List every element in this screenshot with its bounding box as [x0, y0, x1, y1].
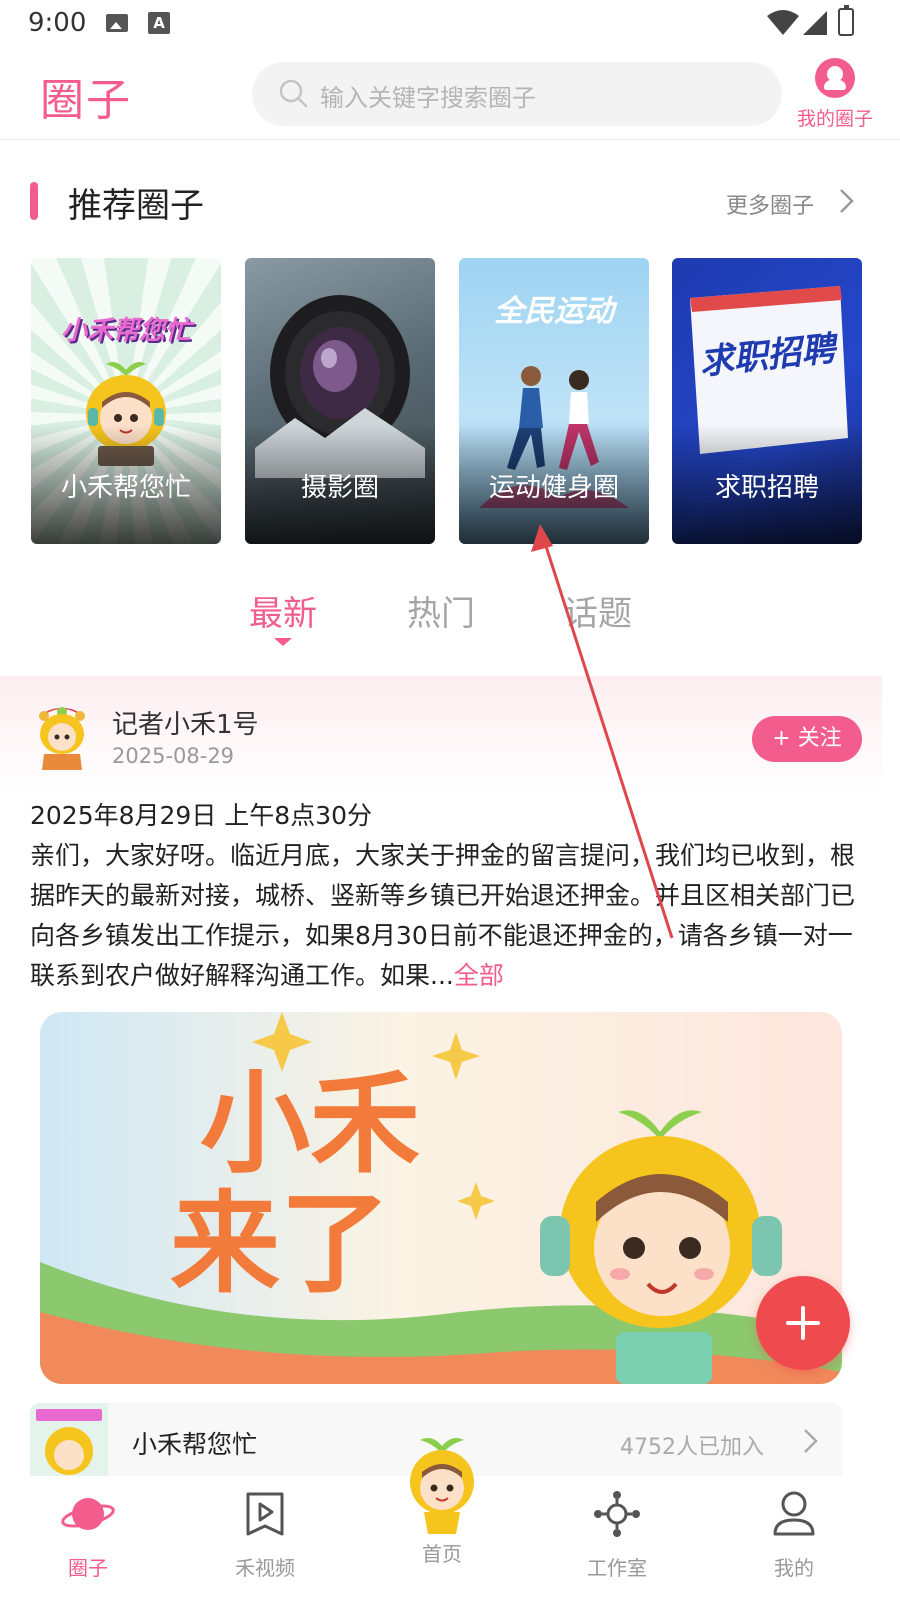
expand-all-link[interactable]: 全部: [454, 961, 504, 990]
section-title: 推荐圈子: [68, 186, 204, 226]
circle-card-jobs[interactable]: 求职招聘 求职招聘: [672, 258, 862, 544]
feed-tabs: 最新 热门 话题: [0, 586, 900, 656]
section-accent-bar: [30, 182, 38, 220]
nav-item-circles[interactable]: 圈子: [28, 1488, 148, 1581]
card-jobs-label: 求职招聘: [714, 473, 819, 503]
post-card: 记者小禾1号 2025-08-29 + 关注 2025年8月29日 上午8点30…: [0, 676, 882, 1483]
nav-label-circles: 圈子: [68, 1556, 108, 1580]
wifi-icon: [767, 10, 799, 35]
planet-icon: [61, 1498, 115, 1530]
add-post-button[interactable]: [756, 1276, 850, 1370]
status-time: 9:00: [28, 8, 87, 38]
chevron-right-icon: [804, 1429, 818, 1453]
card-help-art-text: 小禾帮您忙: [60, 316, 191, 346]
video-play-icon: [246, 1492, 284, 1536]
recommend-cards: 小禾帮您忙 小禾帮您忙 摄影圈 全民运动 运动健身圈 求职招聘 求职招聘: [0, 258, 900, 546]
studio-icon: [594, 1491, 640, 1537]
card-fitness-label: 运动健身圈: [488, 473, 619, 503]
bottom-nav: 圈子 禾视频 首页 工作室 我的: [0, 1438, 900, 1600]
battery-icon: [838, 5, 854, 36]
active-tab-indicator: [274, 638, 292, 646]
nav-label-video: 禾视频: [235, 1556, 295, 1580]
text-notification-icon: A: [148, 12, 170, 34]
page-title: 圈子: [40, 75, 132, 126]
mascot-icon[interactable]: [404, 1432, 480, 1536]
card-photography-label: 摄影圈: [300, 473, 379, 503]
post-text: 亲们，大家好呀。临近月底，大家关于押金的留言提问，我们均已收到，根据昨天的最新对…: [30, 841, 856, 990]
card-fitness-art-text: 全民运动: [494, 294, 614, 329]
profile-circle-icon: [815, 58, 855, 98]
nav-label-mine: 我的: [774, 1556, 814, 1580]
circle-card-photography[interactable]: 摄影圈: [245, 258, 435, 544]
card-help-label: 小禾帮您忙: [60, 473, 191, 503]
post-body[interactable]: 2025年8月29日 上午8点30分 亲们，大家好呀。临近月底，大家关于押金的留…: [30, 796, 860, 996]
chevron-right-icon[interactable]: [836, 186, 858, 216]
more-circles-link[interactable]: 更多圈子: [726, 188, 814, 220]
tab-topics[interactable]: 话题: [564, 586, 632, 635]
post-image-line1: 小禾: [200, 1060, 420, 1188]
search-placeholder: 输入关键字搜索圈子: [320, 84, 536, 112]
post-author[interactable]: 记者小禾1号: [112, 704, 259, 741]
post-time-line: 2025年8月29日 上午8点30分: [30, 801, 373, 830]
circle-row-member-count: 4752人已加入: [620, 1435, 764, 1460]
post-image-line2: 来了: [170, 1180, 390, 1308]
post-image[interactable]: 小禾 来了: [40, 1012, 842, 1384]
recommend-section-header: 推荐圈子 更多圈子: [0, 170, 900, 230]
nav-label-studio: 工作室: [587, 1556, 647, 1580]
tab-latest[interactable]: 最新: [249, 586, 317, 635]
nav-label-home[interactable]: 首页: [382, 1538, 502, 1567]
avatar[interactable]: [32, 704, 92, 770]
circle-row-name: 小禾帮您忙: [132, 1430, 258, 1459]
nav-item-studio[interactable]: 工作室: [557, 1488, 677, 1581]
post-image-illustration: 小禾 来了: [40, 1012, 842, 1384]
circle-card-fitness[interactable]: 全民运动 运动健身圈: [459, 258, 649, 544]
my-circle-button[interactable]: 我的圈子: [790, 58, 880, 131]
circle-row-thumbnail: [30, 1403, 108, 1483]
tab-hot[interactable]: 热门: [407, 586, 475, 635]
circle-card-help[interactable]: 小禾帮您忙 小禾帮您忙: [31, 258, 221, 544]
header: 圈子 输入关键字搜索圈子 我的圈子: [0, 48, 900, 140]
nav-item-mine[interactable]: 我的: [734, 1488, 854, 1581]
image-notification-icon: [106, 14, 128, 32]
my-circle-label: 我的圈子: [796, 108, 873, 130]
search-input[interactable]: 输入关键字搜索圈子: [252, 62, 782, 126]
follow-button[interactable]: + 关注: [752, 716, 862, 762]
user-icon: [773, 1491, 815, 1536]
search-icon: [279, 79, 308, 108]
nav-item-video[interactable]: 禾视频: [205, 1488, 325, 1581]
status-bar: 9:00 A: [0, 0, 900, 48]
post-date: 2025-08-29: [112, 744, 235, 768]
signal-icon: [803, 11, 827, 35]
